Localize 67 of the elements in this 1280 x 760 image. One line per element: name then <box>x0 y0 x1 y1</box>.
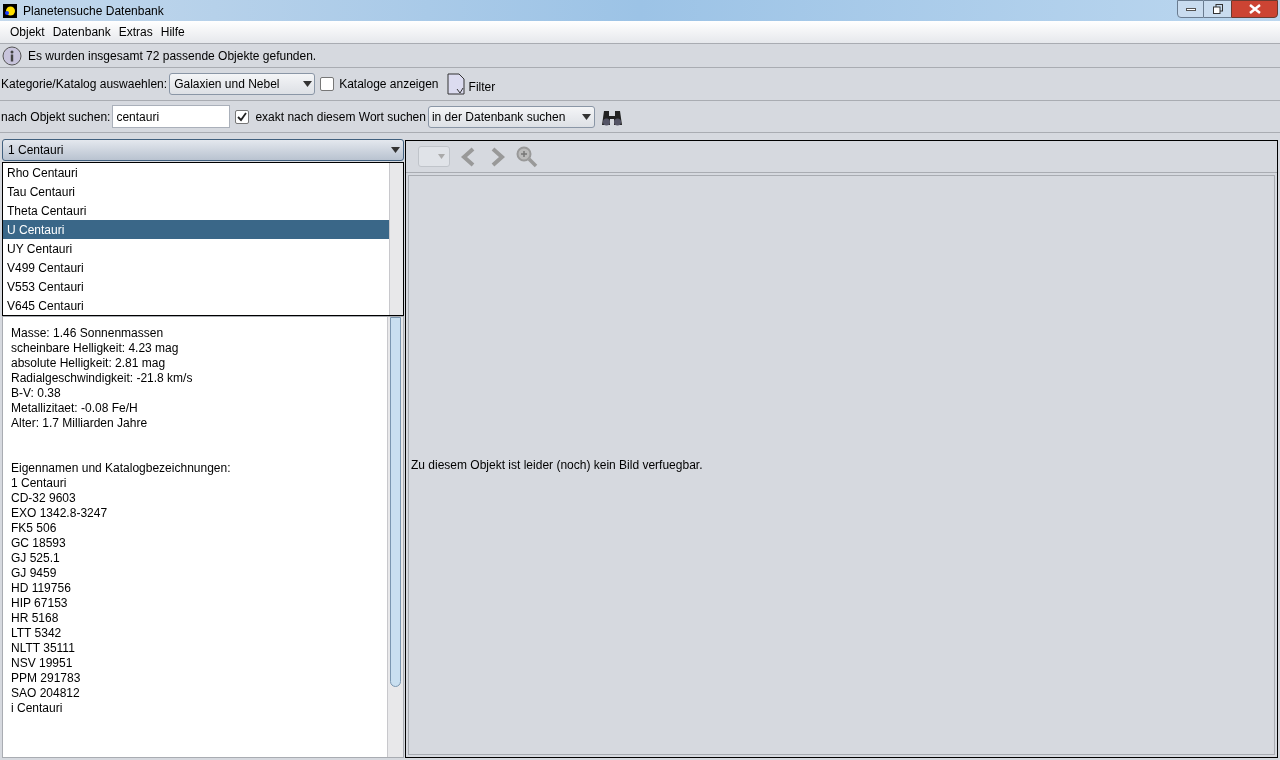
checkbox[interactable] <box>235 109 250 124</box>
scrollbar[interactable] <box>387 317 403 757</box>
object-dropdown[interactable]: 1 Centauri <box>2 139 404 161</box>
minimize-button[interactable] <box>1177 0 1204 18</box>
detail-line: Masse: 1.46 Sonnenmassen <box>11 326 165 341</box>
catalog-name: HIP 67153 <box>11 596 69 611</box>
menu-item[interactable]: Extras <box>118 23 153 41</box>
list-item[interactable]: Rho Centauri <box>3 163 389 182</box>
list-item[interactable]: Theta Centauri <box>3 201 389 220</box>
close-icon <box>1248 4 1261 14</box>
catalog-name: i Centauri <box>11 701 64 716</box>
document-icon <box>446 73 465 95</box>
detail-line: Alter: 1.7 Milliarden Jahre <box>11 416 149 431</box>
detail-line: B-V: 0.38 <box>11 386 62 401</box>
menu-item[interactable]: Datenbank <box>52 23 111 41</box>
catalog-name: EXO 1342.8-3247 <box>11 506 109 521</box>
detail-line: absolute Helligkeit: 2.81 mag <box>11 356 167 371</box>
scrollbar[interactable] <box>389 163 403 315</box>
checkbox-label: exakt nach diesem Wort suchen <box>255 108 426 126</box>
catalog-name: FK5 506 <box>11 521 58 536</box>
catalog-name: SAO 204812 <box>11 686 81 701</box>
caret-icon <box>581 113 591 120</box>
catalog-name: CD-32 9603 <box>11 491 77 506</box>
list-item[interactable]: Tau Centauri <box>3 182 389 201</box>
checkbox[interactable] <box>320 77 335 91</box>
list-item[interactable]: U Centauri <box>3 220 389 239</box>
category-dropdown[interactable]: Galaxien und Nebel <box>169 73 316 95</box>
caret-icon <box>438 154 445 159</box>
catalog-name: GC 18593 <box>11 536 67 551</box>
catalog-name: GJ 525.1 <box>11 551 61 566</box>
names-heading: Eigennamen und Katalogbezeichnungen: <box>11 461 232 476</box>
checkmark-icon <box>237 111 248 122</box>
window-title: Planetensuche Datenbank <box>23 2 164 20</box>
checkbox-label: Kataloge anzeigen <box>339 76 439 93</box>
restore-icon <box>1212 4 1223 14</box>
catalog-name: HD 119756 <box>11 581 72 596</box>
detail-line: scheinbare Helligkeit: 4.23 mag <box>11 341 180 356</box>
minimize-icon <box>1185 7 1196 11</box>
search-field[interactable]: centauri <box>112 105 231 128</box>
search-label: nach Objekt suchen: <box>1 108 111 126</box>
list-item[interactable]: V645 Centauri <box>3 296 389 315</box>
caret-icon <box>391 147 400 153</box>
menu-item[interactable]: Hilfe <box>160 23 185 41</box>
list-item[interactable]: V553 Centauri <box>3 277 389 296</box>
zoom-in-icon[interactable] <box>516 145 538 168</box>
restore-button[interactable] <box>1204 0 1231 18</box>
catalog-name: 1 Centauri <box>11 476 68 491</box>
category-label: Kategorie/Katalog auswaehlen: <box>1 76 168 93</box>
status-message: Es wurden insgesamt 72 passende Objekte gefunden. <box>28 47 317 65</box>
catalog-name: NLTT 35111 <box>11 641 76 656</box>
close-button[interactable] <box>1231 0 1278 18</box>
catalog-name: LTT 5342 <box>11 626 63 641</box>
app-icon <box>3 3 17 18</box>
catalog-name: HR 5168 <box>11 611 60 626</box>
catalog-name: GJ 9459 <box>11 566 58 581</box>
list-item[interactable]: V499 Centauri <box>3 258 389 277</box>
filter-button[interactable]: Filter <box>468 78 496 96</box>
info-icon <box>2 45 22 66</box>
list-item[interactable]: UY Centauri <box>3 239 389 258</box>
catalog-name: PPM 291783 <box>11 671 82 686</box>
scope-dropdown[interactable]: in der Datenbank suchen <box>427 105 595 128</box>
caret-icon <box>303 81 313 87</box>
detail-line: Metallizitaet: -0.08 Fe/H <box>11 401 139 416</box>
detail-line: Radialgeschwindigkeit: -21.8 km/s <box>11 371 194 386</box>
image-message: Zu diesem Objekt ist leider (noch) kein Bild verfuegbar. <box>410 457 703 474</box>
menu-item[interactable]: Objekt <box>10 23 45 41</box>
catalog-name: NSV 19951 <box>11 656 74 671</box>
